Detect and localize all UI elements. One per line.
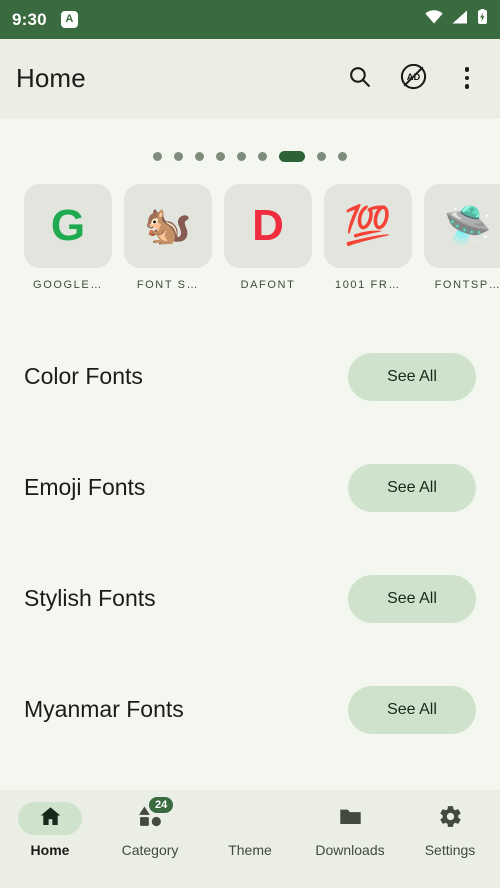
see-all-button[interactable]: See All bbox=[348, 463, 476, 512]
font-source-item[interactable]: 🛸 FONTSP… bbox=[424, 184, 500, 291]
wifi-icon bbox=[425, 10, 443, 29]
font-source-item[interactable]: 🐿️ FONT S… bbox=[124, 184, 212, 291]
status-bar: 9:30 A bbox=[0, 0, 500, 39]
carousel-dot[interactable] bbox=[258, 152, 267, 161]
see-all-button[interactable]: See All bbox=[348, 685, 476, 734]
category-row: Color Fonts See All bbox=[24, 321, 476, 432]
carousel-dot[interactable] bbox=[216, 152, 225, 161]
carousel-dot[interactable] bbox=[195, 152, 204, 161]
nav-item-home[interactable]: Home bbox=[0, 802, 100, 858]
carousel-dot[interactable] bbox=[338, 152, 347, 161]
gear-icon bbox=[438, 804, 463, 834]
nav-item-settings[interactable]: Settings bbox=[400, 802, 500, 858]
nav-item-label: Downloads bbox=[315, 842, 385, 858]
hundred-points-icon: 💯 bbox=[344, 205, 392, 247]
font-source-item[interactable]: G GOOGLE… bbox=[24, 184, 112, 291]
font-source-label: GOOGLE… bbox=[33, 279, 103, 291]
battery-charging-icon bbox=[477, 9, 488, 30]
carousel-dot[interactable] bbox=[237, 152, 246, 161]
font-category-list: Color Fonts See All Emoji Fonts See All Styl… bbox=[0, 321, 500, 765]
carousel-page-indicator[interactable] bbox=[0, 119, 500, 162]
nav-icon-pill[interactable] bbox=[418, 802, 482, 835]
nav-item-theme[interactable]: Theme bbox=[200, 802, 300, 858]
nav-badge-count: 24 bbox=[149, 797, 174, 813]
page-title: Home bbox=[16, 62, 86, 93]
nav-item-label: Settings bbox=[424, 842, 476, 858]
flying-saucer-icon: 🛸 bbox=[444, 205, 492, 247]
search-button[interactable] bbox=[342, 61, 376, 95]
app-bar: Home AD bbox=[0, 39, 500, 118]
nav-item-category[interactable]: 24 Category bbox=[100, 797, 200, 858]
overflow-menu-button[interactable] bbox=[450, 61, 484, 95]
nav-item-label: Category bbox=[121, 842, 179, 858]
bottom-navigation-bar[interactable]: Home 24 Category Theme Downloads Settings bbox=[0, 790, 500, 888]
category-title: Myanmar Fonts bbox=[24, 696, 184, 722]
see-all-button[interactable]: See All bbox=[348, 574, 476, 623]
search-icon bbox=[347, 64, 372, 92]
app-notification-icon: A bbox=[60, 11, 78, 28]
see-all-button[interactable]: See All bbox=[348, 352, 476, 401]
font-source-item[interactable]: D DAFONT bbox=[224, 184, 312, 291]
font-source-label: 1001 FR… bbox=[335, 279, 401, 291]
nav-icon-pill[interactable] bbox=[318, 802, 382, 835]
cellular-signal-icon bbox=[452, 10, 468, 29]
category-row: Myanmar Fonts See All bbox=[24, 654, 476, 765]
carousel-dot[interactable] bbox=[317, 152, 326, 161]
svg-text:AD: AD bbox=[406, 72, 420, 82]
home-content: G GOOGLE… 🐿️ FONT S… D DAFONT 💯 1001 FR… 🛸 FONTSP… bbox=[0, 119, 500, 790]
squirrel-icon: 🐿️ bbox=[144, 205, 192, 247]
google-g-icon: G bbox=[50, 201, 86, 250]
category-row: Emoji Fonts See All bbox=[24, 432, 476, 543]
nav-item-label: Home bbox=[30, 842, 70, 858]
font-source-tile[interactable]: D bbox=[224, 184, 312, 268]
folder-icon bbox=[338, 804, 363, 834]
nav-item-downloads[interactable]: Downloads bbox=[300, 802, 400, 858]
dafont-d-icon: D bbox=[252, 201, 284, 250]
category-title: Stylish Fonts bbox=[24, 585, 156, 611]
remove-ads-icon: AD bbox=[399, 62, 428, 94]
font-source-tile[interactable]: G bbox=[24, 184, 112, 268]
remove-ads-button[interactable]: AD bbox=[396, 61, 430, 95]
category-title: Color Fonts bbox=[24, 363, 143, 389]
nav-icon-pill[interactable]: 24 bbox=[118, 797, 182, 835]
nav-icon-pill[interactable] bbox=[218, 802, 282, 835]
font-source-tile[interactable]: 💯 bbox=[324, 184, 412, 268]
app-bar-actions: AD bbox=[342, 61, 484, 95]
carousel-dot-active[interactable] bbox=[279, 151, 305, 162]
font-source-tile[interactable]: 🛸 bbox=[424, 184, 500, 268]
category-row: Stylish Fonts See All bbox=[24, 543, 476, 654]
category-title: Emoji Fonts bbox=[24, 474, 146, 500]
font-source-item[interactable]: 💯 1001 FR… bbox=[324, 184, 412, 291]
palette-icon bbox=[238, 804, 263, 834]
nav-icon-pill[interactable] bbox=[18, 802, 82, 835]
status-bar-notifications: A bbox=[60, 11, 78, 28]
nav-item-label: Theme bbox=[228, 842, 272, 858]
carousel-dot[interactable] bbox=[153, 152, 162, 161]
status-bar-system-icons bbox=[425, 9, 488, 30]
home-icon bbox=[38, 804, 63, 834]
font-source-label: DAFONT bbox=[240, 279, 296, 291]
status-bar-clock: 9:30 bbox=[12, 9, 47, 29]
font-sources-row[interactable]: G GOOGLE… 🐿️ FONT S… D DAFONT 💯 1001 FR… 🛸 FONTSP… bbox=[0, 162, 500, 291]
carousel-dot[interactable] bbox=[174, 152, 183, 161]
font-source-label: FONT S… bbox=[136, 279, 200, 291]
font-source-tile[interactable]: 🐿️ bbox=[124, 184, 212, 268]
more-vertical-icon bbox=[464, 67, 470, 89]
font-source-label: FONTSP… bbox=[434, 279, 500, 291]
